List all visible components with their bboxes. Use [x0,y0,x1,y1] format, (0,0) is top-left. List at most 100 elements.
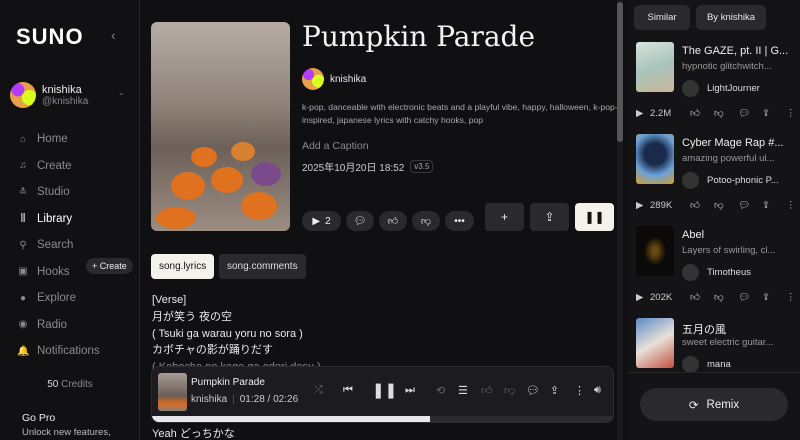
thumbs-down-icon[interactable]: 👎︎ [714,199,738,211]
comment-icon[interactable]: 💬︎ [738,292,762,303]
sidebar-item-label: Search [37,239,74,252]
collapse-sidebar-icon[interactable]: ‹ [111,27,116,43]
song-description: hypnotic glitchwitch... [682,61,772,72]
dislike-button[interactable]: 👎︎ [412,211,440,231]
song-thumbnail[interactable] [636,226,674,276]
comment-icon[interactable]: 💬︎ [738,200,762,211]
song-artist[interactable]: Timotheus [682,264,751,281]
comment-icon: 💬︎ [353,215,367,227]
sidebar-item-studio[interactable]: ≛ Studio [17,179,100,206]
song-artist[interactable]: mana [682,356,731,373]
tab-comments[interactable]: song.comments [219,254,306,279]
lyrics: [Verse] 月が笑う 夜の空 ( Tsuki ga warau yoru no … [152,292,321,376]
song-artist[interactable]: LightJourner [682,80,760,97]
repeat-icon[interactable]: ⟲ [436,384,445,397]
next-icon[interactable]: ⏭︎ [405,384,415,397]
song-title[interactable]: 五月の風 [682,321,726,337]
current-time: 01:28 [239,394,265,405]
play-icon[interactable]: ▶ [636,108,646,119]
artist-avatar [302,68,324,90]
song-detail: Pumpkin Parade knishika k-pop, danceable… [141,0,627,440]
share-icon[interactable]: ⇪ [550,384,559,397]
song-title[interactable]: Abel [682,229,704,241]
pause-button[interactable]: ❚❚ [575,203,614,231]
song-description: amazing powerful ul... [682,153,775,164]
lyrics-line: [Verse] [152,294,187,306]
player-meta: knishika | 01:28 / 02:26 [191,394,299,405]
chevron-down-icon[interactable]: ⌄ [118,88,125,97]
sidebar-item-label: Home [37,133,68,146]
sidebar-item-explore[interactable]: ● Explore [17,285,100,312]
more-vertical-icon[interactable]: ⋮ [786,292,796,303]
user-menu[interactable]: knishika @knishika [10,82,88,108]
music-note-icon: ♫ [19,160,27,172]
player-bar: Pumpkin Parade knishika | 01:28 / 02:26 ⤮ … [151,366,614,423]
tab-by-artist[interactable]: By knishika [696,5,766,30]
like-button[interactable]: 👍︎ [379,211,407,231]
play-count-button[interactable]: ▶ 2 [302,211,341,231]
thumbs-down-icon[interactable]: 👎︎ [714,107,738,119]
player-title[interactable]: Pumpkin Parade [191,377,265,388]
song-description: sweet electric guitar... [682,337,774,348]
credits-count: 50 [47,379,59,390]
shuffle-icon[interactable]: ⤮ [314,384,323,397]
progress-bar[interactable] [152,416,613,422]
sidebar-item-search[interactable]: ⚲ Search [17,232,100,259]
related-panel: Similar By knishika The GAZE, pt. II | G… [628,0,800,440]
sidebar-item-library[interactable]: ⫼ Library [17,206,100,233]
tab-similar[interactable]: Similar [634,5,690,30]
song-thumbnail[interactable] [636,134,674,184]
song-title[interactable]: The GAZE, pt. II | G... [682,45,788,57]
sidebar-item-label: Radio [37,318,68,331]
comment-icon[interactable]: 💬︎ [526,384,540,397]
song-thumbnail[interactable] [636,42,674,92]
volume-icon[interactable]: 🔊︎ [594,384,601,397]
song-thumbnail[interactable] [636,318,674,368]
thumbs-up-icon[interactable]: 👍︎ [690,107,714,119]
sidebar-item-home[interactable]: ⌂ Home [17,126,100,153]
song-artist[interactable]: knishika [302,68,366,90]
add-to-playlist-button[interactable]: + [485,203,524,231]
more-vertical-icon[interactable]: ⋮ [786,200,796,211]
sidebar-item-create[interactable]: ♫ Create [17,153,100,180]
song-description: Layers of swirling, cl... [682,245,776,256]
tab-lyrics[interactable]: song.lyrics [151,254,215,279]
thumbs-up-icon[interactable]: 👍︎ [481,384,493,397]
more-vertical-icon[interactable]: ⋮ [786,108,796,119]
caption-input[interactable]: Add a Caption [302,140,369,152]
queue-icon[interactable]: ☰ [458,384,468,397]
scrollbar[interactable] [617,0,623,440]
previous-icon[interactable]: ⏮︎ [343,384,353,397]
pause-icon[interactable]: ❚❚ [372,381,397,399]
suno-logo[interactable]: SUNO [16,24,84,50]
comment-icon[interactable]: 💬︎ [738,108,762,119]
play-icon[interactable]: ▶ [636,200,646,211]
sidebar-item-radio[interactable]: ◉ Radio [17,312,100,339]
sidebar-item-label: Hooks [37,265,70,278]
thumbs-down-icon[interactable]: 👎︎ [714,291,738,303]
share-icon[interactable]: ⇪ [762,200,786,211]
go-pro-title[interactable]: Go Pro [22,412,55,424]
search-icon: ⚲ [19,239,27,251]
thumbs-up-icon[interactable]: 👍︎ [690,199,714,211]
more-vertical-icon[interactable]: ⋮ [574,384,585,397]
library-icon: ⫼ [20,213,26,225]
song-title[interactable]: Cyber Mage Rap #... [682,137,784,149]
thumbs-up-icon[interactable]: 👍︎ [690,291,714,303]
remix-button[interactable]: ⟳ Remix [640,388,788,421]
comment-button[interactable]: 💬︎ [346,211,374,231]
credits[interactable]: 50 Credits [0,379,140,390]
song-artist[interactable]: Potoo-phonic P... [682,172,779,189]
song-stats: ▶ 2.2M 👍︎ 👎︎ 💬︎ ⇪ ⋮ [636,107,798,120]
sidebar-item-notifications[interactable]: 🔔 Notifications [17,338,100,365]
player-artist[interactable]: knishika [191,394,227,405]
hooks-create-button[interactable]: + Create [86,258,133,274]
thumbs-down-icon[interactable]: 👎︎ [504,384,515,397]
share-button[interactable]: ⇪ [530,203,569,231]
play-icon[interactable]: ▶ [636,292,646,303]
share-icon[interactable]: ⇪ [762,292,786,303]
sidebar-nav: ⌂ Home ♫ Create ≛ Studio ⫼ Library ⚲ Search ▣ Hooks… [17,126,100,365]
share-icon[interactable]: ⇪ [762,108,786,119]
more-button[interactable]: ••• [445,211,474,231]
song-date: 2025年10月20日 18:52 v3.5 [302,159,434,174]
